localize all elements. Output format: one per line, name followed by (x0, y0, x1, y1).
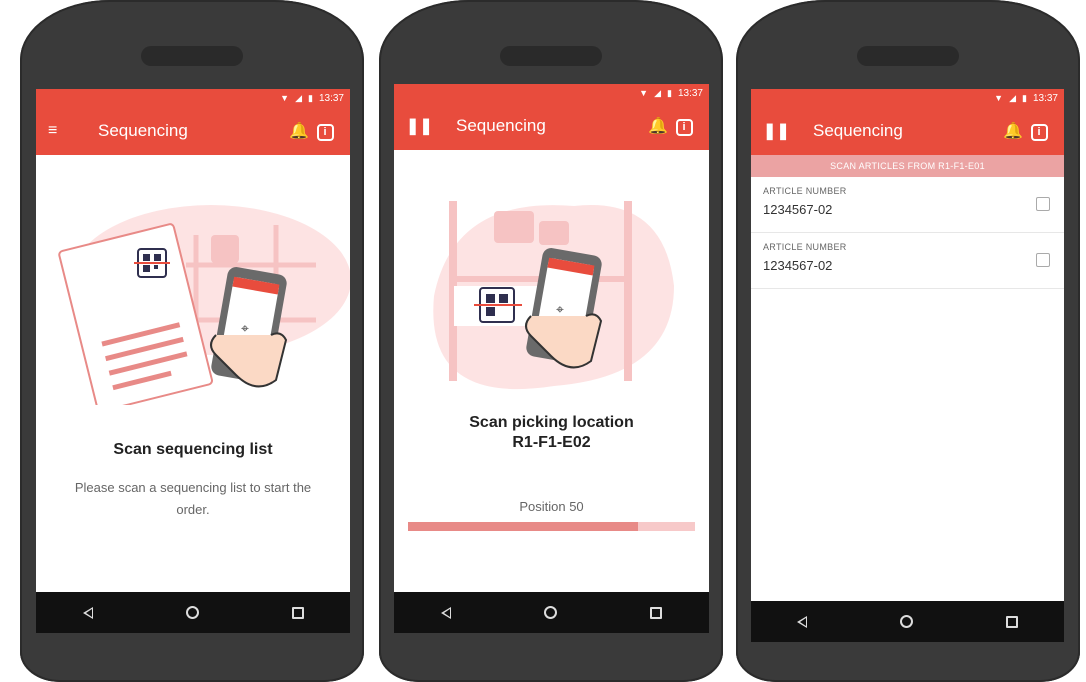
android-nav-bar (394, 592, 709, 633)
back-icon[interactable] (797, 615, 808, 628)
signal-icon: ◢ (295, 92, 303, 103)
status-bar: ▼ ◢ ▮ 13:37 (394, 84, 709, 102)
phone-frame-3: ▼ ◢ ▮ 13:37 ❚❚ Sequencing 🔔 i SCAN ARTIC… (736, 0, 1080, 682)
info-icon[interactable]: i (1026, 122, 1052, 141)
status-time: 13:37 (1032, 92, 1058, 104)
status-bar: ▼ ◢ ▮ 13:37 (751, 89, 1064, 107)
box-icon (211, 235, 239, 263)
app-bar: ≡ Sequencing 🔔 i (36, 107, 350, 155)
article-value: 1234567-02 (763, 202, 833, 217)
phone-frame-1: ▼ ◢ ▮ 13:37 ≡ Sequencing 🔔 i ⌖ Scan sequ… (20, 0, 364, 682)
scan-banner: SCAN ARTICLES FROM R1-F1-E01 (751, 155, 1064, 177)
speaker (857, 46, 959, 66)
phone-frame-2: ▼ ◢ ▮ 13:37 ❚❚ Sequencing 🔔 i ⌖ Scan pic… (379, 0, 723, 682)
bell-icon[interactable]: 🔔 (286, 121, 312, 141)
android-nav-bar (36, 592, 350, 633)
home-icon[interactable] (185, 606, 199, 619)
wifi-icon: ▼ (994, 93, 1004, 103)
bell-icon[interactable]: 🔔 (1000, 121, 1026, 141)
wifi-icon: ▼ (639, 88, 649, 98)
battery-icon: ▮ (308, 92, 313, 103)
progress-bar (408, 522, 695, 531)
wifi-icon: ▼ (280, 93, 290, 103)
battery-icon: ▮ (667, 87, 672, 98)
signal-icon: ◢ (654, 87, 662, 98)
app-title: Sequencing (98, 121, 188, 140)
home-icon[interactable] (543, 606, 557, 619)
article-label: ARTICLE NUMBER (763, 242, 847, 252)
screen-heading-line1: Scan picking location (469, 414, 634, 431)
scan-location-illustration: ⌖ (433, 201, 674, 390)
recents-icon[interactable] (291, 606, 304, 619)
pause-icon[interactable]: ❚❚ (763, 121, 793, 141)
app-title: Sequencing (456, 116, 546, 135)
back-icon[interactable] (82, 606, 93, 619)
screen-1: ▼ ◢ ▮ 13:37 ≡ Sequencing 🔔 i ⌖ Scan sequ… (36, 89, 350, 633)
android-nav-bar (751, 601, 1064, 642)
article-label: ARTICLE NUMBER (763, 186, 847, 196)
box-icon (494, 211, 534, 243)
screen-heading-line2: R1-F1-E02 (512, 434, 591, 451)
box-icon (539, 221, 569, 245)
app-title: Sequencing (813, 121, 903, 140)
screen-3: ▼ ◢ ▮ 13:37 ❚❚ Sequencing 🔔 i SCAN ARTIC… (751, 89, 1064, 642)
speaker (500, 46, 602, 66)
article-checkbox[interactable] (1036, 197, 1050, 211)
progress-fill (408, 522, 638, 531)
info-icon[interactable]: i (671, 117, 697, 136)
info-icon[interactable]: i (312, 122, 338, 141)
article-row[interactable]: ARTICLE NUMBER 1234567-02 (751, 177, 1064, 233)
battery-icon: ▮ (1022, 92, 1027, 103)
screen-description: Please scan a sequencing list to start t… (74, 480, 312, 517)
recents-icon[interactable] (650, 606, 663, 619)
app-bar: ❚❚ Sequencing 🔔 i (751, 107, 1064, 155)
speaker (141, 46, 243, 66)
scan-list-illustration: ⌖ (58, 205, 350, 405)
pause-icon[interactable]: ❚❚ (406, 116, 436, 136)
status-time: 13:37 (677, 87, 703, 99)
screen-heading: Scan sequencing list (113, 441, 273, 458)
recents-icon[interactable] (1005, 615, 1018, 628)
svg-text:⌖: ⌖ (241, 321, 249, 337)
article-value: 1234567-02 (763, 258, 833, 273)
status-time: 13:37 (318, 92, 344, 104)
menu-icon[interactable]: ≡ (48, 122, 78, 140)
article-checkbox[interactable] (1036, 253, 1050, 267)
qr-code-icon (134, 248, 170, 278)
status-bar: ▼ ◢ ▮ 13:37 (36, 89, 350, 107)
home-icon[interactable] (899, 615, 913, 628)
signal-icon: ◢ (1009, 92, 1017, 103)
article-row[interactable]: ARTICLE NUMBER 1234567-02 (751, 233, 1064, 289)
back-icon[interactable] (440, 606, 451, 619)
svg-text:⌖: ⌖ (556, 302, 564, 318)
screen-2: ▼ ◢ ▮ 13:37 ❚❚ Sequencing 🔔 i ⌖ Scan pic… (394, 84, 709, 633)
bell-icon[interactable]: 🔔 (645, 116, 671, 136)
qr-code-icon (474, 287, 522, 323)
position-label: Position 50 (519, 499, 584, 514)
app-bar: ❚❚ Sequencing 🔔 i (394, 102, 709, 150)
